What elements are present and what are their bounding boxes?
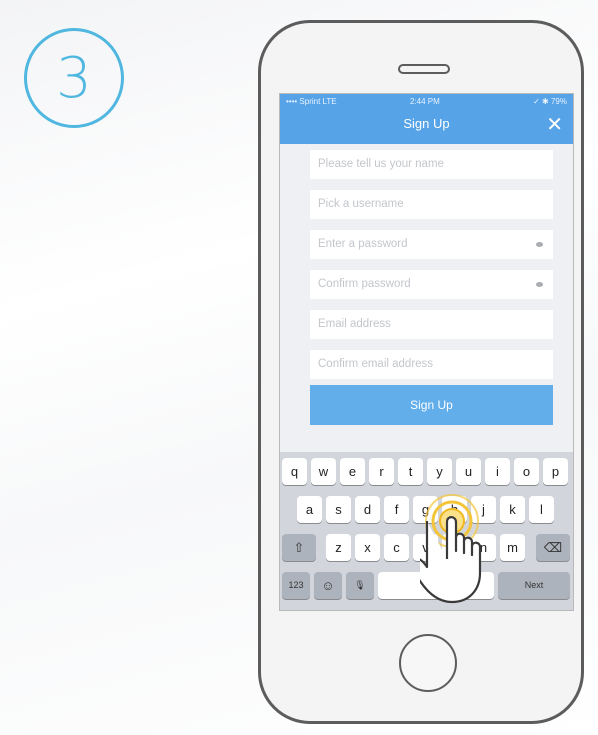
username-field[interactable]: Pick a username [310, 190, 553, 219]
confirm-email-field[interactable]: Confirm email address [310, 350, 553, 379]
eye-icon[interactable] [536, 242, 543, 247]
microphone-key[interactable]: 🎙 [346, 572, 374, 599]
key-o[interactable]: o [514, 458, 539, 485]
navbar: •••• Sprint LTE 2:44 PM ✓ ✱ 79% Sign Up … [280, 94, 573, 144]
email-field[interactable]: Email address [310, 310, 553, 339]
key-w[interactable]: w [311, 458, 336, 485]
shift-key[interactable]: ⇧ [282, 534, 316, 561]
key-i[interactable]: i [485, 458, 510, 485]
key-y[interactable]: y [427, 458, 452, 485]
key-s[interactable]: s [326, 496, 351, 523]
key-f[interactable]: f [384, 496, 409, 523]
step-number-badge: 3 [24, 28, 124, 128]
phone-speaker [398, 64, 450, 74]
backspace-key[interactable]: ⌫ [536, 534, 570, 561]
key-d[interactable]: d [355, 496, 380, 523]
key-q[interactable]: q [282, 458, 307, 485]
status-time: 2:44 PM [410, 97, 440, 106]
carrier-label: •••• Sprint LTE [286, 97, 337, 106]
confirm-password-field[interactable]: Confirm password [310, 270, 553, 299]
key-z[interactable]: z [326, 534, 351, 561]
battery-status: ✓ ✱ 79% [533, 97, 567, 106]
status-bar: •••• Sprint LTE 2:44 PM ✓ ✱ 79% [280, 94, 573, 110]
key-e[interactable]: e [340, 458, 365, 485]
key-l[interactable]: l [529, 496, 554, 523]
key-c[interactable]: c [384, 534, 409, 561]
emoji-key[interactable]: ☺ [314, 572, 342, 599]
close-icon[interactable]: ✕ [546, 112, 563, 136]
key-p[interactable]: p [543, 458, 568, 485]
numbers-key[interactable]: 123 [282, 572, 310, 599]
confirm-password-placeholder: Confirm password [318, 278, 411, 290]
tapping-hand-icon [420, 494, 482, 604]
key-x[interactable]: x [355, 534, 380, 561]
page-title: Sign Up [403, 116, 450, 131]
key-t[interactable]: t [398, 458, 423, 485]
key-r[interactable]: r [369, 458, 394, 485]
phone-frame: •••• Sprint LTE 2:44 PM ✓ ✱ 79% Sign Up … [258, 20, 584, 724]
phone-screen: •••• Sprint LTE 2:44 PM ✓ ✱ 79% Sign Up … [279, 93, 574, 611]
key-u[interactable]: u [456, 458, 481, 485]
password-field[interactable]: Enter a password [310, 230, 553, 259]
name-field[interactable]: Please tell us your name [310, 150, 553, 179]
sign-up-button[interactable]: Sign Up [310, 385, 553, 425]
eye-icon[interactable] [536, 282, 543, 287]
home-button[interactable] [399, 634, 457, 692]
key-a[interactable]: a [297, 496, 322, 523]
password-placeholder: Enter a password [318, 238, 408, 250]
